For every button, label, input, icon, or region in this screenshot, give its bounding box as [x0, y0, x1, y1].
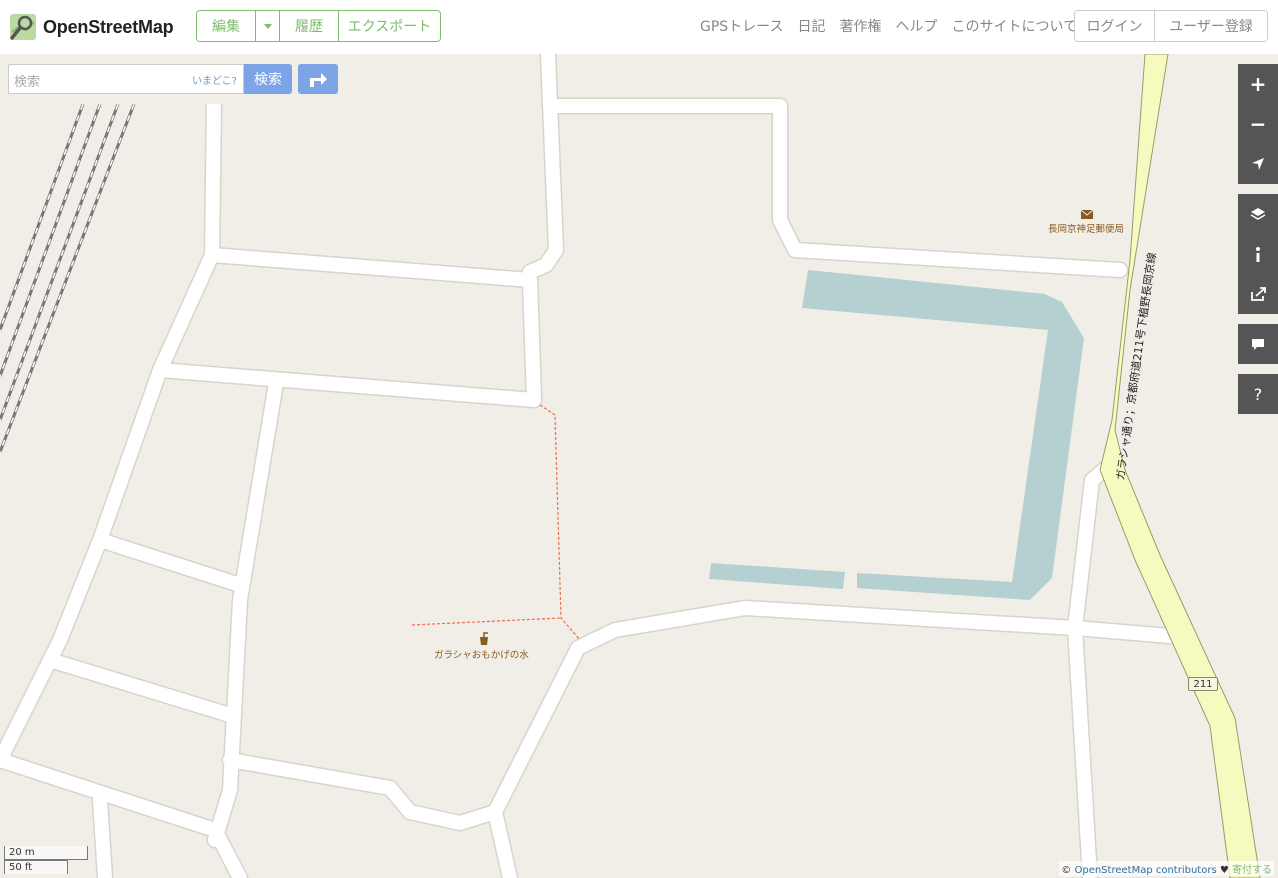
- edit-group: 編集 履歴 エクスポート: [196, 10, 441, 42]
- layers-button[interactable]: [1238, 194, 1278, 234]
- map-tiles: [0, 45, 1278, 878]
- attribution: © OpenStreetMap contributors ♥ 寄付する: [1059, 861, 1274, 876]
- post-office-label[interactable]: 長岡京神足郵便局: [1048, 221, 1124, 235]
- nav-gps-traces[interactable]: GPSトレース: [700, 16, 783, 36]
- where-am-i-link[interactable]: いまどこ?: [192, 72, 237, 87]
- scale-metric: 20 m: [4, 846, 88, 860]
- logo-icon: [10, 14, 36, 40]
- osm-contributors-link[interactable]: OpenStreetMap contributors: [1074, 865, 1216, 876]
- add-note-button[interactable]: [1238, 324, 1278, 364]
- scale-bar: 20 m 50 ft: [4, 846, 88, 874]
- directions-button[interactable]: [298, 64, 338, 94]
- zoom-in-button[interactable]: +: [1238, 64, 1278, 104]
- zoom-out-button[interactable]: −: [1238, 104, 1278, 144]
- donate-link[interactable]: 寄付する: [1232, 865, 1272, 876]
- nav-copyright[interactable]: 著作権: [839, 16, 881, 36]
- search-button[interactable]: 検索: [244, 64, 292, 94]
- nav-help[interactable]: ヘルプ: [895, 16, 937, 36]
- search-input[interactable]: 検索 いまどこ?: [8, 64, 244, 94]
- zoom-controls: + −: [1238, 64, 1278, 184]
- nav-diary[interactable]: 日記: [797, 16, 825, 36]
- logo[interactable]: OpenStreetMap: [8, 11, 174, 43]
- map-canvas[interactable]: 長岡京神足郵便局 ガラシャおもかげの水 ガラシャ通り；京都府道211号下植野長岡…: [0, 45, 1278, 878]
- copyright-symbol: ©: [1061, 865, 1072, 876]
- edit-button[interactable]: 編集: [197, 11, 256, 41]
- nav-links: GPSトレース 日記 著作権 ヘルプ このサイトについて: [700, 16, 1091, 36]
- layers-icon: [1250, 208, 1266, 220]
- search-panel: 検索 いまどこ? 検索: [0, 54, 342, 104]
- drinking-water-label[interactable]: ガラシャおもかげの水: [434, 647, 529, 661]
- map-tools: [1238, 194, 1278, 314]
- edit-dropdown-button[interactable]: [256, 11, 280, 41]
- note-tools: [1238, 324, 1278, 364]
- share-icon: [1251, 287, 1266, 301]
- share-button[interactable]: [1238, 274, 1278, 314]
- logo-text: OpenStreetMap: [43, 16, 174, 37]
- search-placeholder: 検索: [14, 75, 41, 90]
- directions-icon: [310, 73, 327, 87]
- heart-icon: ♥: [1219, 865, 1229, 876]
- chevron-down-icon: [263, 23, 272, 29]
- login-button[interactable]: ログイン: [1075, 11, 1155, 41]
- locate-icon: [1252, 158, 1264, 170]
- locate-button[interactable]: [1238, 144, 1278, 184]
- map-key-button[interactable]: [1238, 234, 1278, 274]
- nav-about[interactable]: このサイトについて: [951, 16, 1077, 36]
- scale-imperial: 50 ft: [4, 860, 68, 874]
- user-group: ログイン ユーザー登録: [1074, 10, 1268, 42]
- route-shield: 211: [1188, 677, 1218, 691]
- info-icon: [1256, 247, 1260, 262]
- export-button[interactable]: エクスポート: [339, 11, 440, 41]
- signup-button[interactable]: ユーザー登録: [1155, 11, 1267, 41]
- history-button[interactable]: 履歴: [280, 11, 339, 41]
- comment-icon: [1252, 338, 1264, 350]
- help-tools: ?: [1238, 374, 1278, 414]
- header: OpenStreetMap 編集 履歴 エクスポート GPSトレース 日記 著作…: [0, 0, 1278, 54]
- help-button[interactable]: ?: [1238, 374, 1278, 414]
